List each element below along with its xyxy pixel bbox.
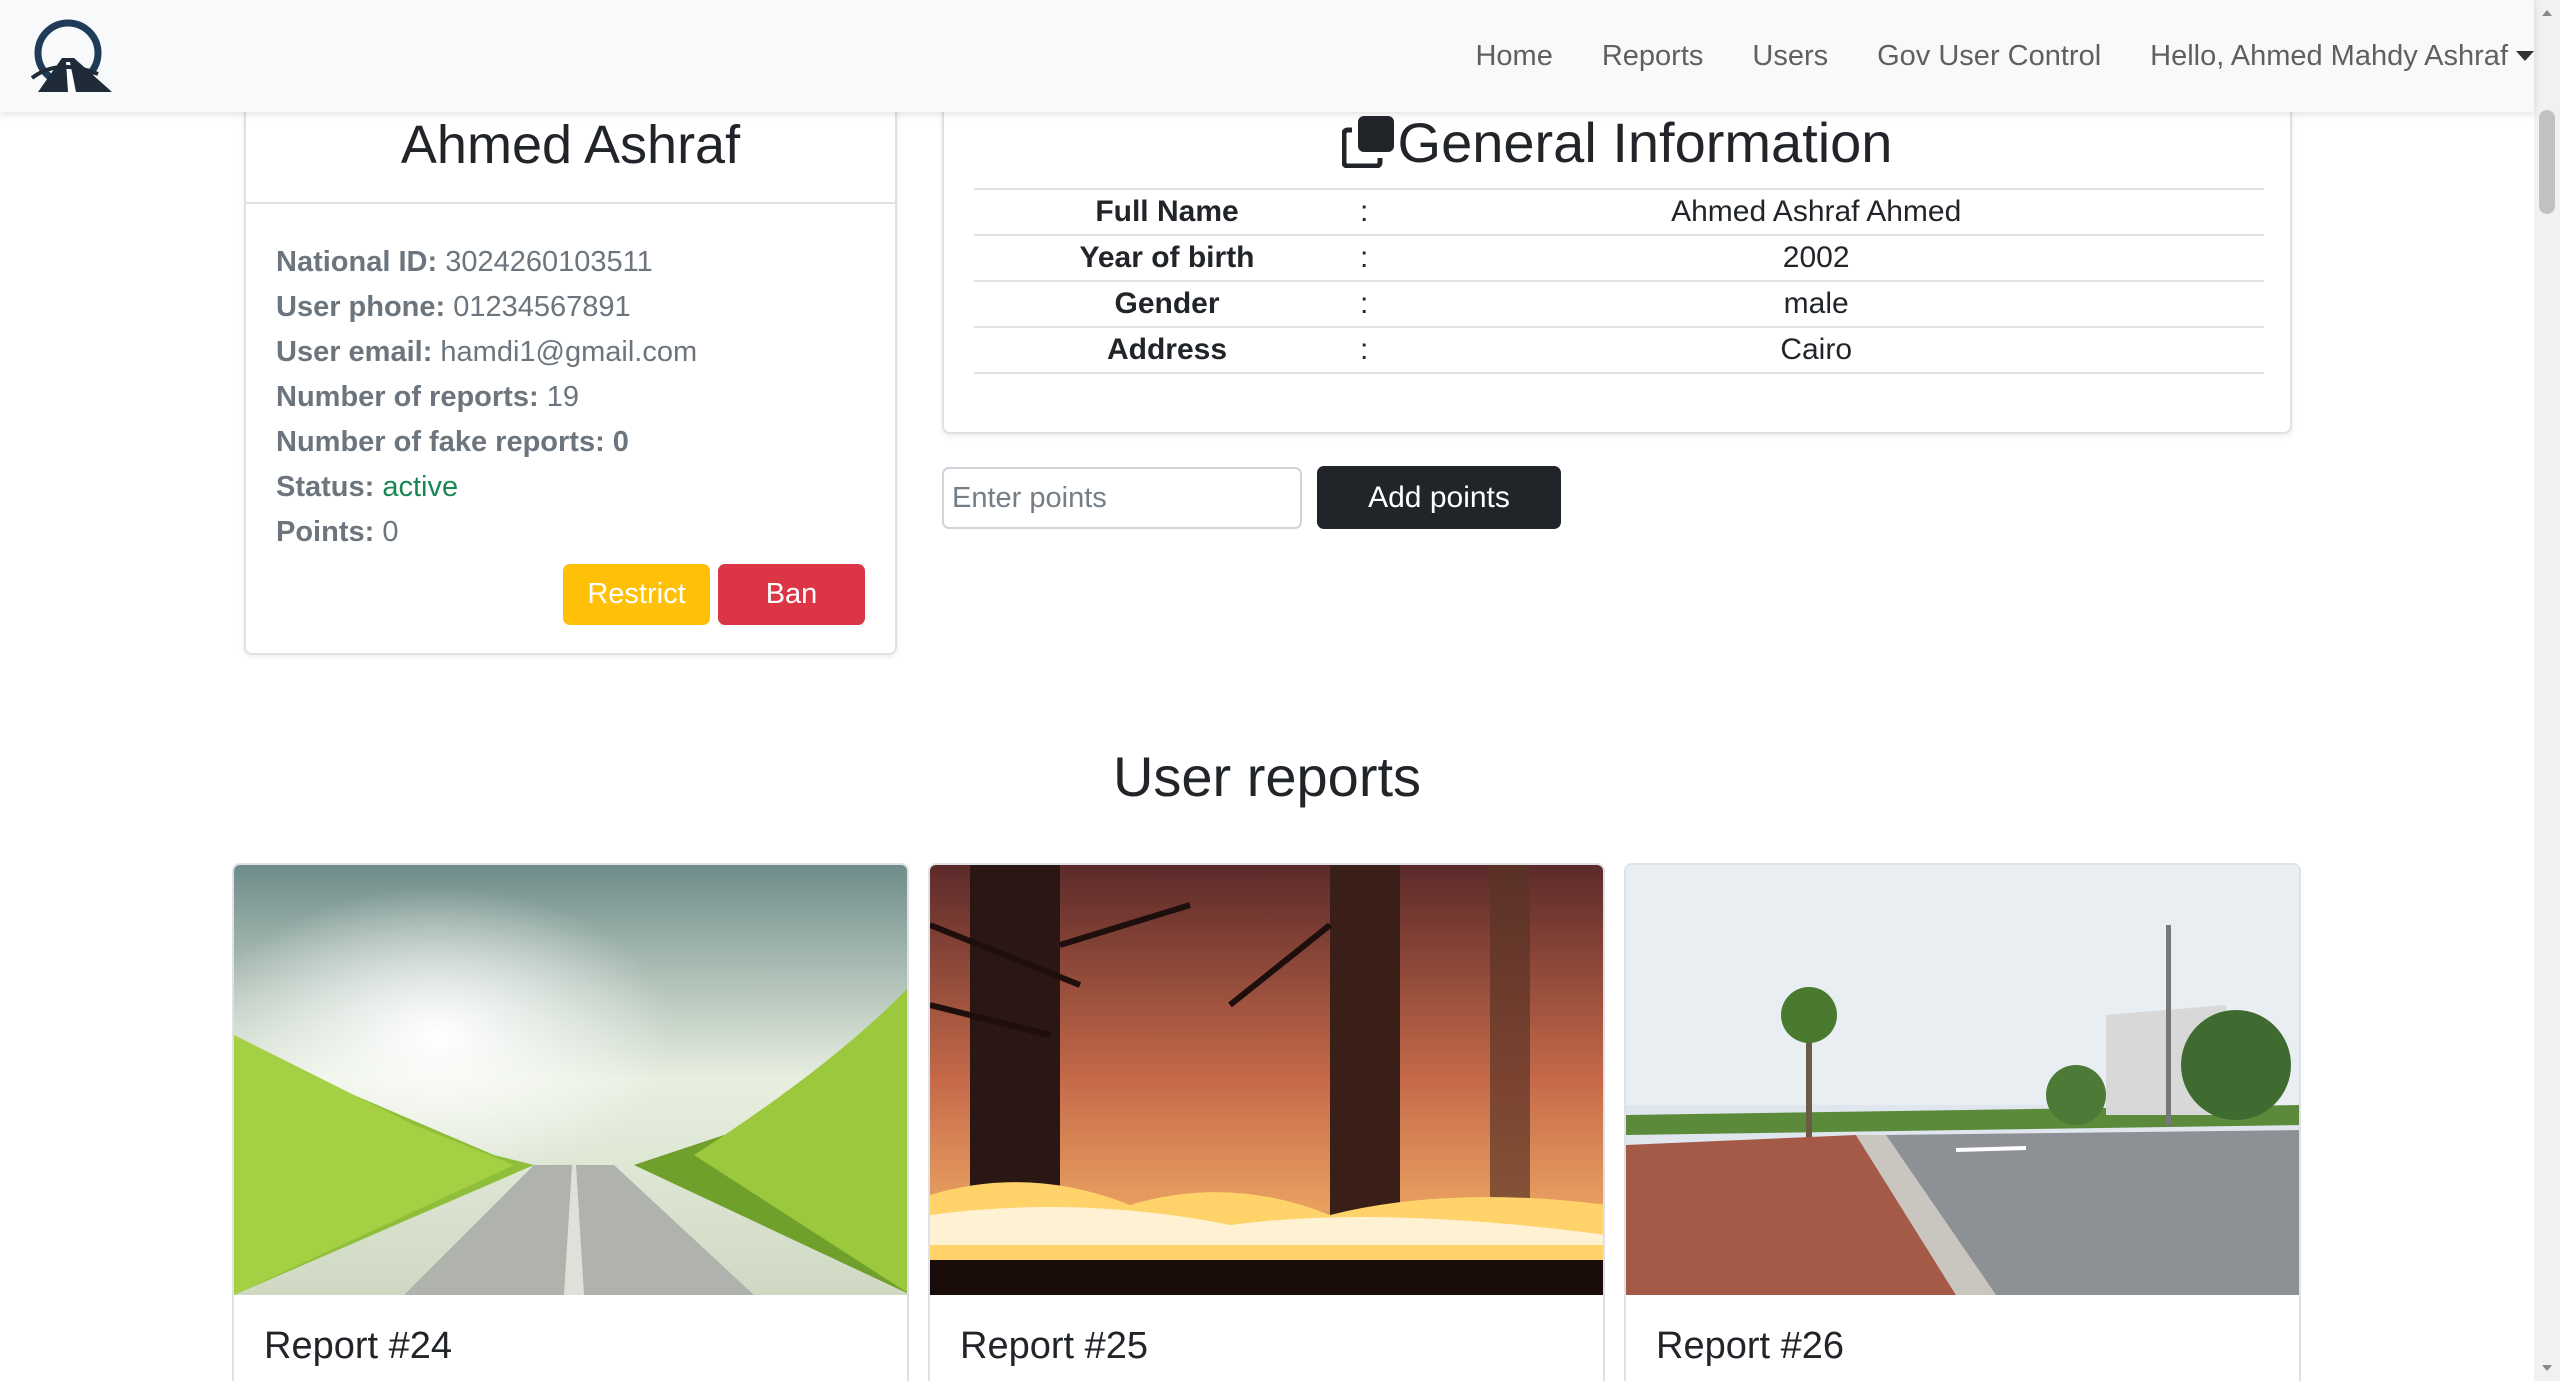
- status-value: active: [382, 471, 459, 503]
- table-row: Address : Cairo: [974, 326, 2264, 374]
- separator: :: [1360, 280, 1369, 327]
- email-line: User email: hamdi1@gmail.com: [276, 330, 865, 375]
- report-image-fire: [930, 865, 1603, 1295]
- phone-label: User phone:: [276, 291, 446, 323]
- fake-reports-value: 0: [612, 426, 629, 458]
- email-value: hamdi1@gmail.com: [440, 336, 698, 368]
- report-title: Report #25: [960, 1325, 1149, 1367]
- phone-value: 01234567891: [453, 291, 631, 323]
- table-row: Gender : male: [974, 280, 2264, 327]
- reports-count-value: 19: [546, 381, 579, 413]
- general-information-title: General Information: [944, 110, 2290, 175]
- status-label: Status:: [276, 471, 375, 503]
- table-row: Full Name : Ahmed Ashraf Ahmed: [974, 188, 2264, 235]
- nav-gov-user-control[interactable]: Gov User Control: [1877, 40, 2101, 73]
- address-value: Cairo: [1368, 326, 2264, 374]
- user-reports-heading: User reports: [1112, 745, 1422, 808]
- reports-count-label: Number of reports:: [276, 381, 539, 413]
- points-input[interactable]: [942, 467, 1302, 529]
- phone-line: User phone: 01234567891: [276, 285, 865, 330]
- scroll-thumb[interactable]: [2539, 110, 2555, 214]
- report-title: Report #26: [1656, 1325, 1845, 1367]
- fake-reports-line: Number of fake reports: 0: [276, 420, 865, 465]
- email-label: User email:: [276, 336, 433, 368]
- year-of-birth-key: Year of birth: [974, 234, 1360, 281]
- report-image-street: [1626, 865, 2299, 1295]
- separator: :: [1360, 188, 1369, 235]
- separator: :: [1360, 326, 1369, 374]
- navbar: Home Reports Users Gov User Control Hell…: [0, 0, 2534, 112]
- general-information-heading: General Information: [1397, 111, 1893, 174]
- profile-card: Ahmed Ashraf National ID: 3024260103511 …: [244, 90, 897, 655]
- reports-count-line: Number of reports: 19: [276, 375, 865, 420]
- report-card-24[interactable]: Report #24: [232, 863, 909, 1381]
- page-scrollbar[interactable]: [2534, 0, 2560, 1381]
- national-id-line: National ID: 3024260103511: [276, 240, 865, 285]
- nav-home[interactable]: Home: [1475, 40, 1552, 73]
- report-image-road: [234, 865, 907, 1295]
- ban-button[interactable]: Ban: [718, 564, 865, 625]
- scroll-down-icon[interactable]: [2542, 1365, 2552, 1371]
- nav-users[interactable]: Users: [1752, 40, 1828, 73]
- gender-key: Gender: [974, 280, 1360, 327]
- restrict-button[interactable]: Restrict: [563, 564, 710, 625]
- separator: :: [1360, 234, 1369, 281]
- gender-value: male: [1368, 280, 2264, 327]
- road-logo-icon[interactable]: [28, 18, 112, 92]
- national-id-value: 3024260103511: [445, 246, 653, 278]
- address-key: Address: [974, 326, 1360, 374]
- general-information-card: General Information Full Name : Ahmed As…: [942, 90, 2292, 434]
- report-title: Report #24: [264, 1325, 453, 1367]
- general-information-table: Full Name : Ahmed Ashraf Ahmed Year of b…: [974, 188, 2264, 374]
- full-name-value: Ahmed Ashraf Ahmed: [1368, 188, 2264, 235]
- report-card-25[interactable]: Report #25: [928, 863, 1605, 1381]
- user-dropdown[interactable]: Hello, Ahmed Mahdy Ashraf: [2150, 40, 2534, 73]
- user-greeting: Hello, Ahmed Mahdy Ashraf: [2150, 39, 2508, 72]
- report-card-26[interactable]: Report #26: [1624, 863, 2301, 1381]
- national-id-label: National ID:: [276, 246, 438, 278]
- add-points-button[interactable]: Add points: [1317, 466, 1561, 529]
- profile-details: National ID: 3024260103511 User phone: 0…: [246, 204, 895, 555]
- caret-down-icon: [2516, 51, 2534, 61]
- scroll-up-icon[interactable]: [2542, 10, 2552, 16]
- status-line: Status: active: [276, 465, 865, 510]
- nav-reports[interactable]: Reports: [1602, 40, 1704, 73]
- points-value: 0: [382, 516, 399, 548]
- year-of-birth-value: 2002: [1368, 234, 2264, 281]
- fake-reports-label: Number of fake reports:: [276, 426, 605, 458]
- profile-name: Ahmed Ashraf: [400, 115, 741, 175]
- action-buttons: Restrict Ban: [563, 564, 865, 625]
- points-label: Points:: [276, 516, 375, 548]
- full-name-key: Full Name: [974, 188, 1360, 235]
- table-row: Year of birth : 2002: [974, 234, 2264, 281]
- copy-icon: [1341, 115, 1394, 168]
- points-line: Points: 0: [276, 510, 865, 555]
